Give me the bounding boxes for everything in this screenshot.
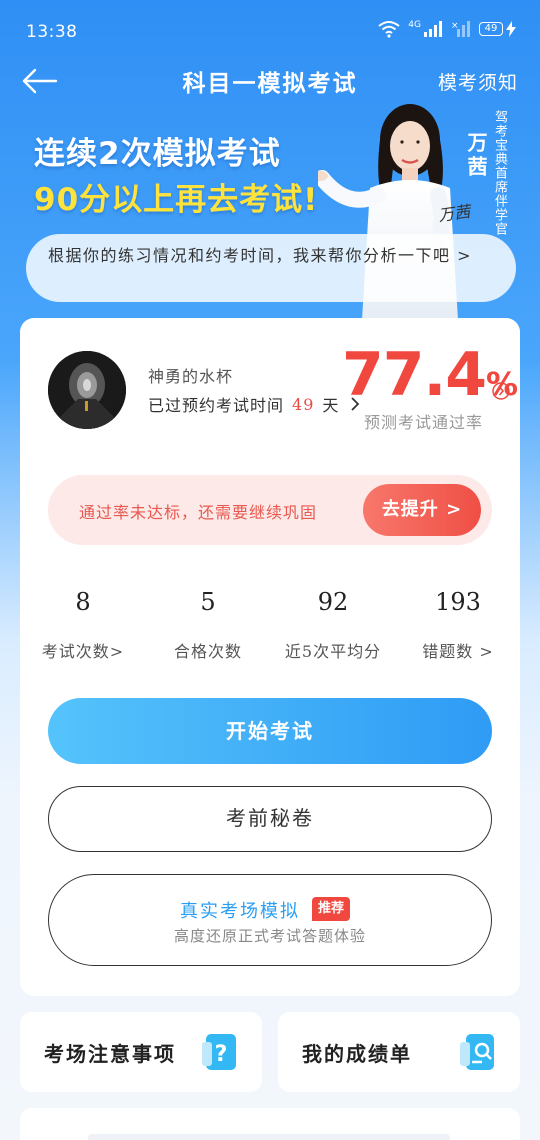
- stat-label: 错题数 >: [422, 642, 494, 661]
- banner-subheadline: 90分以上再去考试!: [34, 182, 319, 218]
- stat-label: 合格次数: [173, 642, 242, 661]
- pass-rate-number: 77.4: [342, 340, 487, 410]
- avatar-image: [48, 351, 126, 429]
- days-suffix: 天: [322, 396, 340, 415]
- improve-button[interactable]: 去提升 >: [363, 484, 481, 536]
- banner-headline: 连续2次模拟考试: [34, 136, 281, 172]
- battery-icon: 49: [479, 21, 516, 37]
- stat-label: 考试次数>: [41, 642, 125, 661]
- my-scores-tile[interactable]: 我的成绩单: [278, 1012, 520, 1092]
- stat-exam-count[interactable]: 8 考试次数>: [20, 584, 146, 662]
- avatar[interactable]: [48, 351, 126, 429]
- pre-exam-paper-button[interactable]: 考前秘卷: [48, 786, 492, 852]
- tile-label: 我的成绩单: [302, 1042, 412, 1066]
- stat-value: 92: [317, 588, 349, 616]
- user-name: 神勇的水杯: [148, 367, 234, 386]
- battery-level: 49: [479, 22, 503, 36]
- pass-rate-chevron-icon[interactable]: [492, 382, 510, 400]
- stat-wrong-count[interactable]: 193 错题数 >: [395, 584, 521, 662]
- presenter-title: 驾考宝典首席伴学官: [492, 110, 507, 236]
- stat-label: 近5次平均分: [284, 642, 382, 661]
- status-bar: 13:38 4G × 49: [0, 0, 540, 60]
- exam-notice-link[interactable]: 模考须知: [438, 68, 518, 95]
- signal-icon: [424, 21, 442, 37]
- tip-text: 通过率未达标，还需要继续巩固: [79, 503, 318, 522]
- pass-rate-tip: 通过率未达标，还需要继续巩固 去提升 >: [48, 475, 492, 545]
- exam-stats: 8 考试次数> 5 合格次数 92 近5次平均分 193 错题数 >: [20, 584, 520, 664]
- real-exam-title: 真实考场模拟: [180, 901, 300, 922]
- status-time: 13:38: [26, 22, 78, 42]
- stat-average-score: 92 近5次平均分: [270, 584, 396, 662]
- signal-icon-2: ×: [451, 21, 470, 37]
- svg-text:?: ?: [215, 1042, 228, 1067]
- start-exam-button[interactable]: 开始考试: [48, 698, 492, 764]
- pass-rate-label: 预测考试通过率: [364, 413, 484, 432]
- search-doc-icon: [460, 1034, 494, 1070]
- exam-summary-card: 神勇的水杯 已过预约考试时间 49 天 77.4% 预测考试通过率 通过率未达标…: [20, 318, 520, 996]
- more-section: [20, 1108, 520, 1140]
- wifi-icon: [378, 21, 400, 38]
- analysis-prompt[interactable]: 根据你的练习情况和约考时间，我来帮你分析一下吧 >: [26, 234, 516, 302]
- network-label: 4G: [408, 20, 421, 30]
- days-since-booking[interactable]: 已过预约考试时间 49 天: [148, 392, 361, 416]
- pass-rate-value[interactable]: 77.4%: [342, 340, 518, 419]
- charging-icon: [506, 21, 516, 37]
- real-exam-simulation-button[interactable]: 真实考场模拟 推荐 高度还原正式考试答题体验: [48, 874, 492, 966]
- days-value: 49: [292, 394, 315, 414]
- presenter-name: 万茜: [464, 132, 488, 180]
- exam-notice-tile[interactable]: 考场注意事项 ?: [20, 1012, 262, 1092]
- stat-value: 8: [75, 588, 91, 616]
- stat-value: 193: [435, 588, 481, 616]
- recommend-badge: 推荐: [312, 897, 351, 921]
- status-icons: 4G × 49: [378, 20, 516, 38]
- stat-pass-count: 5 合格次数: [145, 584, 271, 662]
- days-prefix: 已过预约考试时间: [148, 396, 285, 415]
- presenter-signature: 万茜: [437, 201, 472, 226]
- stat-value: 5: [200, 588, 216, 616]
- section-divider: [88, 1134, 450, 1140]
- tile-label: 考场注意事项: [44, 1042, 176, 1066]
- question-doc-icon: ?: [202, 1034, 236, 1070]
- real-exam-subtitle: 高度还原正式考试答题体验: [173, 927, 366, 945]
